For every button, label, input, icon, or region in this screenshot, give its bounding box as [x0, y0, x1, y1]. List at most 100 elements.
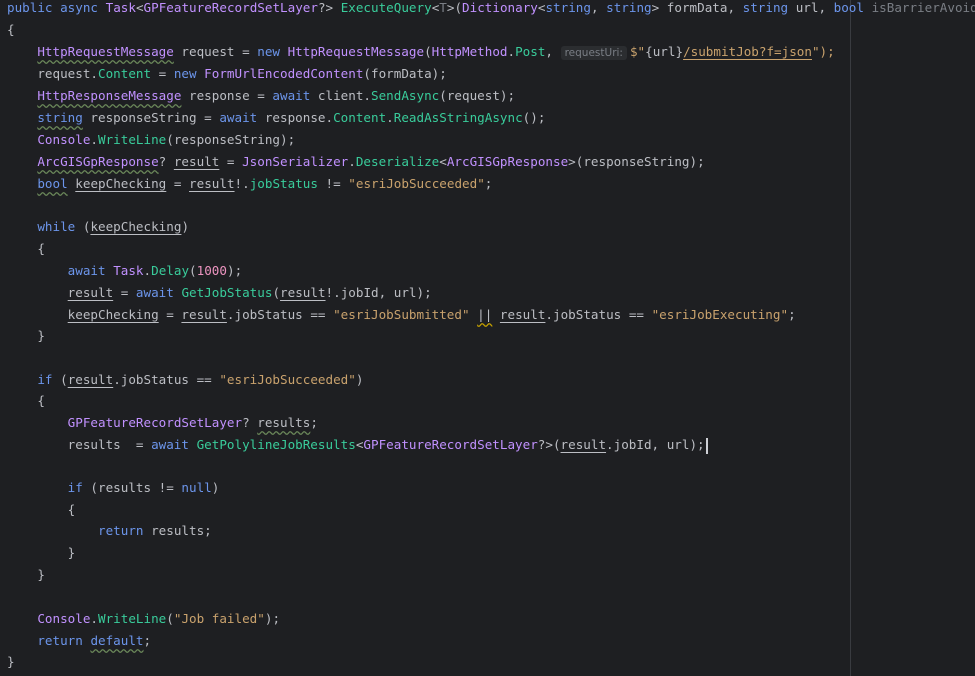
token-punct: ) — [212, 480, 220, 495]
token-space — [492, 307, 500, 322]
token-type: Task — [106, 0, 136, 15]
token-string: "esriJobSubmitted" — [333, 307, 469, 322]
token-text: (request); — [439, 88, 515, 103]
token-type: Console — [37, 132, 90, 147]
token-space — [98, 0, 106, 15]
code-line-9[interactable]: bool keepChecking = result!.jobStatus !=… — [7, 174, 492, 194]
code-line-6[interactable]: string responseString = await response.C… — [7, 108, 545, 128]
code-line-20[interactable]: GPFeatureRecordSetLayer? results; — [7, 413, 318, 433]
token-punct: ; — [310, 415, 318, 430]
code-line-23[interactable]: if (results != null) — [7, 478, 219, 498]
token-type: Console — [37, 611, 90, 626]
code-line-12[interactable]: { — [7, 239, 45, 259]
token-keyword: public — [7, 0, 53, 15]
token-keyword: await — [68, 263, 106, 278]
token-punct: , — [545, 44, 560, 59]
token-punct: ( — [424, 44, 432, 59]
token-method: WriteLine — [98, 132, 166, 147]
token-operator: || — [477, 307, 492, 322]
code-line-19[interactable]: { — [7, 391, 45, 411]
token-punct: ) — [181, 219, 189, 234]
code-line-3[interactable]: HttpRequestMessage request = new HttpReq… — [7, 42, 835, 62]
token-punct: ?>( — [538, 437, 561, 452]
token-punct: . — [386, 110, 394, 125]
token-string: $" — [630, 44, 645, 59]
token-punct: . — [90, 132, 98, 147]
code-line-16[interactable]: } — [7, 326, 45, 346]
token-url-string: /submitJob?f=json — [683, 44, 812, 59]
code-line-5[interactable]: HttpResponseMessage response = await cli… — [7, 86, 515, 106]
token-punct: . — [507, 44, 515, 59]
code-line-15[interactable]: keepChecking = result.jobStatus == "esri… — [7, 305, 796, 325]
code-line-25[interactable]: return results; — [7, 521, 212, 541]
token-variable: result — [189, 176, 235, 191]
code-line-8[interactable]: ArcGISGpResponse? result = JsonSerialize… — [7, 152, 705, 172]
token-text: (formData); — [363, 66, 446, 81]
token-keyword: new — [257, 44, 280, 59]
token-type: HttpRequestMessage — [288, 44, 424, 59]
token-keyword: while — [37, 219, 75, 234]
token-punct: !. — [235, 176, 250, 191]
token-interpolation: {url} — [645, 44, 683, 59]
token-string: "esriJobSucceeded" — [219, 372, 355, 387]
token-type: FormUrlEncodedContent — [204, 66, 363, 81]
token-punct: ( — [53, 372, 68, 387]
token-method: Delay — [151, 263, 189, 278]
token-indent — [7, 307, 68, 322]
token-method: Deserialize — [356, 154, 439, 169]
code-line-31[interactable]: } — [7, 652, 15, 672]
token-text: (); — [523, 110, 546, 125]
code-line-24[interactable]: { — [7, 500, 75, 520]
code-line-21[interactable]: results = await GetPolylineJobResults<GP… — [7, 435, 708, 455]
token-variable: keepChecking — [68, 307, 159, 322]
token-punct: . — [90, 611, 98, 626]
token-keyword: new — [174, 66, 197, 81]
code-line-1[interactable]: public async Task<GPFeatureRecordSetLaye… — [7, 0, 975, 18]
token-punct: . — [348, 154, 356, 169]
code-line-18[interactable]: if (result.jobStatus == "esriJobSucceede… — [7, 370, 363, 390]
code-line-2[interactable]: { — [7, 20, 15, 40]
token-text: = — [159, 307, 182, 322]
token-text: = — [219, 154, 242, 169]
code-line-30[interactable]: return default; — [7, 631, 151, 651]
token-type: GPFeatureRecordSetLayer — [68, 415, 242, 430]
code-line-7[interactable]: Console.WriteLine(responseString); — [7, 130, 295, 150]
text-caret — [706, 438, 708, 454]
token-text: results; — [144, 523, 212, 538]
token-keyword: return — [37, 633, 83, 648]
token-method: SendAsync — [371, 88, 439, 103]
token-variable: result — [174, 154, 220, 169]
code-line-13[interactable]: await Task.Delay(1000); — [7, 261, 242, 281]
code-line-11[interactable]: while (keepChecking) — [7, 217, 189, 237]
token-punct: >( — [447, 0, 462, 15]
token-method: GetJobStatus — [181, 285, 272, 300]
token-string: "esriJobSucceeded" — [348, 176, 484, 191]
token-member: Content — [98, 66, 151, 81]
token-keyword: string — [545, 0, 591, 15]
token-type: HttpRequestMessage — [37, 44, 173, 59]
code-line-14[interactable]: result = await GetJobStatus(result!.jobI… — [7, 283, 432, 303]
token-method: ExecuteQuery — [341, 0, 432, 15]
code-line-26[interactable]: } — [7, 543, 75, 563]
token-space — [53, 0, 61, 15]
code-line-27[interactable]: } — [7, 565, 45, 585]
token-type: HttpMethod — [432, 44, 508, 59]
token-punct: ; — [788, 307, 796, 322]
code-line-29[interactable]: Console.WriteLine("Job failed"); — [7, 609, 280, 629]
token-space — [280, 44, 288, 59]
token-indent — [7, 611, 37, 626]
token-punct: ( — [272, 285, 280, 300]
code-line-4[interactable]: request.Content = new FormUrlEncodedCont… — [7, 64, 447, 84]
token-punct: ); — [227, 263, 242, 278]
token-text: .jobStatus == — [113, 372, 219, 387]
token-keyword: string — [743, 0, 789, 15]
token-indent — [7, 415, 68, 430]
token-indent — [7, 132, 37, 147]
token-punct: , — [591, 0, 606, 15]
token-indent — [7, 480, 68, 495]
code-editor[interactable]: public async Task<GPFeatureRecordSetLaye… — [0, 0, 975, 676]
token-text: request. — [7, 66, 98, 81]
token-indent — [7, 633, 37, 648]
token-text: (results != — [83, 480, 182, 495]
token-variable: result — [68, 372, 114, 387]
